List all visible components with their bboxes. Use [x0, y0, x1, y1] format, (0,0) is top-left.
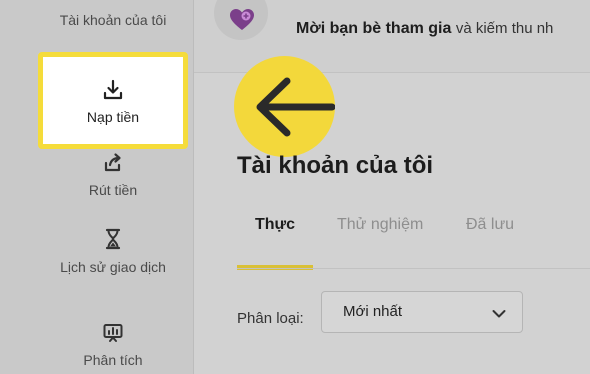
- sidebar-item-label: Nạp tiền: [86, 109, 140, 125]
- sort-select[interactable]: Mới nhất: [321, 291, 523, 333]
- page-title: Tài khoản của tôi: [237, 152, 434, 179]
- referral-banner-bold: Mời bạn bè tham gia: [296, 20, 452, 37]
- analytics-chart-icon: [102, 322, 124, 344]
- sidebar-item-deposit[interactable]: Nạp tiền: [38, 52, 188, 149]
- hourglass-icon: [102, 228, 124, 250]
- referral-banner-text: Mời bạn bè tham gia và kiếm thu nh: [296, 20, 553, 38]
- sidebar-item-transaction-history[interactable]: Lịch sử giao dịch: [0, 228, 226, 278]
- sidebar-item-label: Lịch sử giao dịch: [60, 259, 166, 275]
- sidebar-item-label: Tài khoản của tôi: [59, 12, 167, 28]
- tabs-divider: [237, 268, 590, 269]
- referral-banner-rest: và kiếm thu nh: [455, 20, 554, 37]
- withdraw-arrow-icon: [102, 152, 124, 174]
- filter-label: Phân loại:: [237, 310, 304, 327]
- tab-saved[interactable]: Đã lưu: [466, 216, 514, 234]
- sidebar-item-withdraw[interactable]: Rút tiền: [0, 152, 226, 200]
- sidebar-item-label: Phân tích: [83, 352, 143, 368]
- sort-select-value: Mới nhất: [343, 303, 403, 320]
- tab-demo[interactable]: Thử nghiệm: [337, 216, 423, 234]
- chevron-down-icon: [492, 306, 506, 324]
- tab-real[interactable]: Thực: [255, 216, 295, 234]
- account-tabs: Thực Thử nghiệm Đã lưu: [237, 212, 590, 272]
- sidebar-item-analysis[interactable]: Phân tích: [0, 322, 226, 370]
- app-window: Tài khoản của tôi Nạp tiền Rút tiền Lịch…: [0, 0, 590, 374]
- heart-plus-icon: [214, 0, 268, 40]
- arrow-left-icon: [234, 56, 336, 157]
- download-icon: [102, 79, 124, 101]
- sidebar-item-label: Rút tiền: [88, 182, 138, 198]
- sidebar-item-my-account[interactable]: Tài khoản của tôi: [0, 9, 226, 31]
